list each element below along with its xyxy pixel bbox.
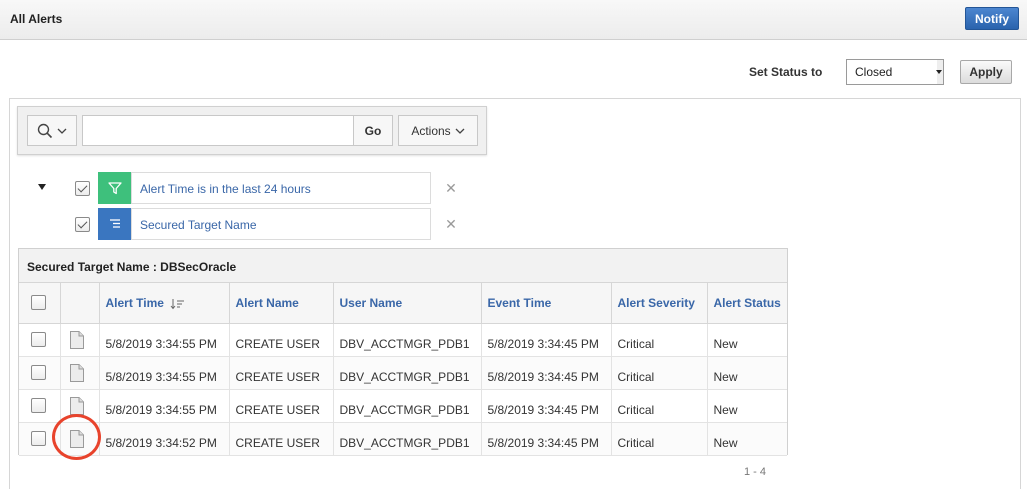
document-icon[interactable] (69, 363, 85, 382)
table-row: 5/8/2019 3:34:55 PM CREATE USER DBV_ACCT… (19, 389, 787, 423)
column-header-alert-severity[interactable]: Alert Severity (611, 283, 708, 324)
chevron-down-icon (57, 128, 67, 134)
row-detail-cell (60, 323, 100, 357)
cell-alert-status: New (707, 356, 787, 390)
cell-event-time: 5/8/2019 3:34:45 PM (481, 323, 612, 357)
column-header-label: Alert Time (105, 295, 164, 310)
select-all-checkbox[interactable] (31, 295, 46, 311)
select-all-cell (19, 283, 61, 324)
table-row: 5/8/2019 3:34:55 PM CREATE USER DBV_ACCT… (19, 323, 787, 357)
cell-alert-severity: Critical (611, 356, 708, 390)
collapse-filters-icon[interactable] (38, 184, 46, 190)
cell-alert-time: 5/8/2019 3:34:55 PM (99, 389, 230, 423)
cell-alert-severity: Critical (611, 422, 708, 456)
go-button[interactable]: Go (353, 115, 393, 146)
detail-column-header (60, 283, 100, 324)
cell-alert-status: New (707, 323, 787, 357)
column-header-alert-time[interactable]: Alert Time (99, 283, 230, 324)
cell-alert-severity: Critical (611, 389, 708, 423)
alerts-grid: Secured Target Name : DBSecOracle Alert … (18, 248, 788, 456)
cell-alert-status: New (707, 389, 787, 423)
row-detail-cell (60, 422, 100, 456)
filter-enable-checkbox[interactable] (75, 181, 90, 196)
row-detail-cell (60, 356, 100, 390)
status-select[interactable]: Closed (846, 59, 944, 85)
pagination-info: 1 - 4 (744, 466, 767, 478)
cell-alert-time: 5/8/2019 3:34:52 PM (99, 422, 230, 456)
column-header-alert-status[interactable]: Alert Status (707, 283, 787, 324)
sort-descending-icon (170, 298, 185, 309)
chevron-down-icon (455, 128, 465, 134)
row-select-checkbox[interactable] (31, 398, 46, 413)
apply-button[interactable]: Apply (960, 60, 1012, 84)
search-icon (37, 123, 53, 138)
page-title: All Alerts (10, 12, 63, 26)
cell-user-name: DBV_ACCTMGR_PDB1 (333, 323, 482, 357)
cell-user-name: DBV_ACCTMGR_PDB1 (333, 422, 482, 456)
remove-control-break-close-icon[interactable]: ✕ (444, 217, 458, 231)
document-icon[interactable] (69, 396, 85, 415)
control-break-icon (98, 208, 131, 240)
row-select-checkbox[interactable] (31, 365, 46, 380)
cell-alert-time: 5/8/2019 3:34:55 PM (99, 356, 230, 390)
column-header-alert-name[interactable]: Alert Name (229, 283, 334, 324)
actions-label: Actions (411, 123, 451, 138)
column-header-user-name[interactable]: User Name (333, 283, 482, 324)
cell-alert-name: CREATE USER (229, 422, 334, 456)
column-header-event-time[interactable]: Event Time (481, 283, 612, 324)
document-icon[interactable] (69, 429, 85, 448)
document-icon[interactable] (69, 330, 85, 349)
set-status-label: Set Status to (749, 65, 823, 79)
table-header-row: Alert Time Alert Name User Name Event Ti… (19, 283, 787, 324)
row-select-checkbox[interactable] (31, 332, 46, 347)
filter-secured-target-name[interactable]: Secured Target Name (131, 208, 431, 240)
alerts-table: Alert Time Alert Name User Name Event Ti… (19, 283, 787, 456)
cell-event-time: 5/8/2019 3:34:45 PM (481, 422, 612, 456)
cell-event-time: 5/8/2019 3:34:45 PM (481, 389, 612, 423)
cell-alert-severity: Critical (611, 323, 708, 357)
table-row: 5/8/2019 3:34:55 PM CREATE USER DBV_ACCT… (19, 356, 787, 390)
remove-filter-close-icon[interactable]: ✕ (444, 181, 458, 195)
cell-user-name: DBV_ACCTMGR_PDB1 (333, 356, 482, 390)
cell-alert-time: 5/8/2019 3:34:55 PM (99, 323, 230, 357)
group-header: Secured Target Name : DBSecOracle (19, 249, 787, 283)
cell-alert-name: CREATE USER (229, 323, 334, 357)
search-toolbar: Go Actions (17, 106, 487, 155)
row-select-checkbox[interactable] (31, 431, 46, 446)
funnel-icon (98, 172, 131, 204)
cell-alert-name: CREATE USER (229, 356, 334, 390)
cell-event-time: 5/8/2019 3:34:45 PM (481, 356, 612, 390)
row-detail-cell (60, 389, 100, 423)
caret-down-icon (936, 70, 942, 74)
cell-alert-name: CREATE USER (229, 389, 334, 423)
cell-alert-status: New (707, 422, 787, 456)
table-row: 5/8/2019 3:34:52 PM CREATE USER DBV_ACCT… (19, 422, 787, 456)
page-header: All Alerts Notify (0, 0, 1027, 40)
filter-alert-time[interactable]: Alert Time is in the last 24 hours (131, 172, 431, 204)
notify-button[interactable]: Notify (965, 7, 1019, 30)
search-column-button[interactable] (27, 115, 77, 146)
actions-menu-button[interactable]: Actions (398, 115, 478, 146)
cell-user-name: DBV_ACCTMGR_PDB1 (333, 389, 482, 423)
control-break-enable-checkbox[interactable] (75, 217, 90, 232)
status-select-value: Closed (855, 65, 893, 79)
search-input[interactable] (82, 115, 354, 146)
